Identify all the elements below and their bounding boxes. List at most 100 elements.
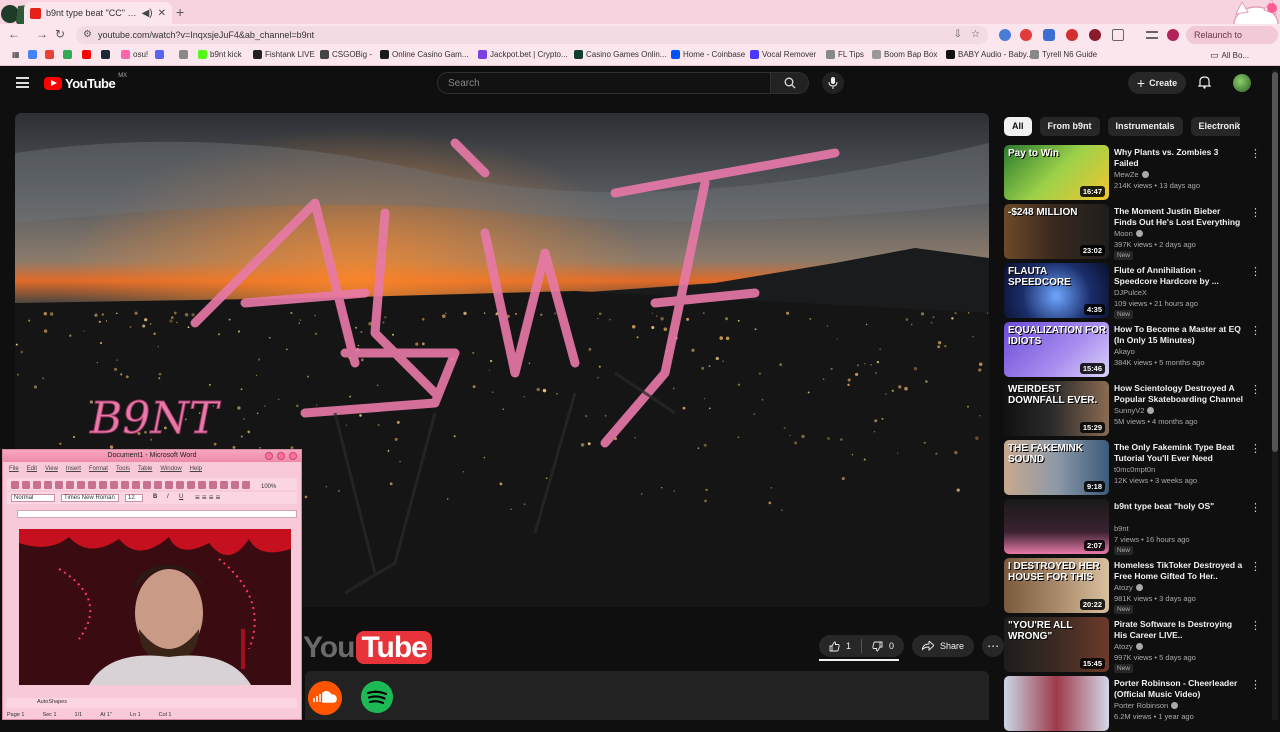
bookmark-item[interactable]: b9nt kick (198, 50, 242, 59)
channel-name[interactable]: Atozy (1114, 583, 1143, 592)
recommendation-item[interactable]: Porter Robinson - Cheerleader (Official … (1004, 676, 1261, 732)
tab-close-icon[interactable]: ✕ (158, 8, 166, 19)
recommendation-item[interactable]: FLAUTA SPEEDCORE 4:35 Flute of Annihilatio… (1004, 263, 1261, 319)
bookmark-item[interactable] (82, 50, 91, 59)
video-title[interactable]: The Only Fakemink Type Beat Tutorial You… (1114, 442, 1244, 464)
chip-instrumentals[interactable]: Instrumentals (1107, 117, 1183, 136)
create-button[interactable]: + Create (1128, 72, 1186, 94)
channel-name[interactable]: t0mc0mpt0n (1114, 465, 1155, 474)
description-box[interactable] (305, 671, 989, 720)
back-icon[interactable]: ← (8, 27, 20, 41)
forward-icon[interactable]: → (36, 27, 48, 41)
dislike-button[interactable]: 0 (862, 635, 904, 657)
video-thumbnail[interactable]: "YOU'RE ALL WRONG" 15:45 (1004, 617, 1109, 672)
search-input[interactable] (448, 73, 770, 94)
recommendation-item[interactable]: Pay to Win 16:47 Why Plants vs. Zombies 3 … (1004, 145, 1261, 201)
video-thumbnail[interactable] (1004, 676, 1109, 731)
channel-name[interactable]: Atozy (1114, 642, 1143, 651)
video-thumbnail[interactable]: I DESTROYED HER HOUSE FOR THIS 20:22 (1004, 558, 1109, 613)
video-thumbnail[interactable]: 2:07 (1004, 499, 1109, 554)
bookmark-item[interactable] (63, 50, 72, 59)
channel-name[interactable]: MewZe (1114, 170, 1149, 179)
recommendation-item[interactable]: EQUALIZATION FOR IDIOTS 15:46 How To Becom… (1004, 322, 1261, 378)
more-actions-button[interactable]: ⋯ (982, 635, 1005, 657)
bookmark-item[interactable]: FL Tips (826, 50, 864, 59)
bookmark-item[interactable]: Casino Games Onlin... (574, 50, 666, 59)
extension-icon[interactable] (1089, 29, 1101, 41)
site-info-icon[interactable]: ⚙ (83, 26, 92, 44)
video-thumbnail[interactable]: WEIRDEST DOWNFALL EVER. 15:29 (1004, 381, 1109, 436)
media-control-icon[interactable] (1146, 31, 1158, 39)
address-bar[interactable]: ⚙ youtube.com/watch?v=InqxsjeJuF4&ab_cha… (76, 26, 988, 44)
recommendation-item[interactable]: THE FAKEMINK SOUND 9:18 The Only Fakemink … (1004, 440, 1261, 496)
recommendation-item[interactable]: "YOU'RE ALL WRONG" 15:45 Pirate Software I… (1004, 617, 1261, 673)
bookmark-item[interactable]: Vocal Remover (750, 50, 816, 59)
search-button[interactable] (771, 72, 809, 94)
channel-name[interactable]: b9nt (1114, 524, 1129, 533)
notifications-bell-icon[interactable] (1198, 75, 1211, 89)
hamburger-menu-icon[interactable] (16, 77, 29, 88)
more-vertical-icon[interactable]: ⋮ (1250, 265, 1261, 278)
video-title[interactable]: Why Plants vs. Zombies 3 Failed (1114, 147, 1244, 169)
bookmark-star-icon[interactable]: ☆ (971, 26, 980, 44)
video-title[interactable]: b9nt type beat "holy OS" (1114, 501, 1244, 512)
bookmark-item[interactable]: Fishtank LIVE (253, 50, 315, 59)
extensions-puzzle-icon[interactable] (1112, 29, 1124, 41)
channel-name[interactable]: SunnyV2 (1114, 406, 1155, 415)
recommendation-item[interactable]: -$248 MILLION 23:02 The Moment Justin Bieb… (1004, 204, 1261, 260)
extension-icon[interactable] (1043, 29, 1055, 41)
bookmark-item[interactable] (28, 50, 37, 59)
bookmark-item[interactable]: Jackpot.bet | Crypto... (478, 50, 568, 59)
chip-from-b9nt[interactable]: From b9nt (1039, 117, 1100, 136)
video-title[interactable]: How To Become a Master at EQ (In Only 15… (1114, 324, 1244, 346)
chevron-right-icon[interactable]: › (1236, 119, 1240, 131)
account-avatar[interactable] (1233, 74, 1251, 92)
browser-tab-active[interactable]: b9nt type beat "CC" - YouTube ◀) ✕ (24, 2, 172, 24)
extension-icon[interactable] (1066, 29, 1078, 41)
apps-grid-icon[interactable]: ▦ (12, 50, 20, 59)
recommendation-item[interactable]: 2:07 b9nt type beat "holy OS" b9nt 7 views … (1004, 499, 1261, 555)
video-title[interactable]: How Scientology Destroyed A Popular Skat… (1114, 383, 1244, 405)
bookmark-item[interactable]: CSGOBig - (320, 50, 372, 59)
extension-icon[interactable] (999, 29, 1011, 41)
video-thumbnail[interactable]: FLAUTA SPEEDCORE 4:35 (1004, 263, 1109, 318)
chip-electronic[interactable]: Electronic (1190, 117, 1240, 136)
reload-icon[interactable]: ↻ (55, 27, 65, 41)
bookmark-item[interactable] (179, 50, 188, 59)
new-tab-button[interactable]: + (176, 4, 184, 20)
video-thumbnail[interactable]: -$248 MILLION 23:02 (1004, 204, 1109, 259)
more-vertical-icon[interactable]: ⋮ (1250, 442, 1261, 455)
record-extension-icon[interactable] (1020, 29, 1032, 41)
more-vertical-icon[interactable]: ⋮ (1250, 560, 1261, 573)
bookmark-item[interactable] (101, 50, 110, 59)
video-title[interactable]: Porter Robinson - Cheerleader (Official … (1114, 678, 1244, 700)
recommendation-item[interactable]: I DESTROYED HER HOUSE FOR THIS 20:22 Homel… (1004, 558, 1261, 614)
bookmark-item[interactable]: Tyrell N6 Guide (1030, 50, 1097, 59)
more-vertical-icon[interactable]: ⋮ (1250, 324, 1261, 337)
search-bar[interactable] (437, 72, 771, 94)
video-thumbnail[interactable]: EQUALIZATION FOR IDIOTS 15:46 (1004, 322, 1109, 377)
all-bookmarks-folder[interactable]: ▭ All Bo... (1210, 50, 1249, 61)
bookmark-item[interactable] (155, 50, 164, 59)
youtube-logo[interactable]: YouTube MX (44, 73, 127, 91)
video-thumbnail[interactable]: Pay to Win 16:47 (1004, 145, 1109, 200)
channel-name[interactable]: DJPulceX (1114, 288, 1147, 297)
share-button[interactable]: Share (912, 635, 975, 657)
more-vertical-icon[interactable]: ⋮ (1250, 383, 1261, 396)
install-app-icon[interactable]: ⇩ (954, 26, 962, 44)
more-vertical-icon[interactable]: ⋮ (1250, 678, 1261, 691)
tab-audio-icon[interactable]: ◀) (142, 8, 153, 19)
recommendation-item[interactable]: WEIRDEST DOWNFALL EVER. 15:29 How Scientol… (1004, 381, 1261, 437)
like-button[interactable]: 1 (819, 635, 861, 657)
more-vertical-icon[interactable]: ⋮ (1250, 501, 1261, 514)
bookmark-item[interactable]: BABY Audio - Baby... (946, 50, 1033, 59)
profile-avatar-icon[interactable] (1167, 29, 1179, 41)
bookmark-item[interactable]: Boom Bap Box (872, 50, 937, 59)
bookmark-item[interactable] (45, 50, 54, 59)
scrollbar-thumb[interactable] (1272, 72, 1278, 452)
bookmark-item[interactable]: Online Casino Gam... (380, 50, 468, 59)
more-vertical-icon[interactable]: ⋮ (1250, 619, 1261, 632)
video-title[interactable]: The Moment Justin Bieber Finds Out He's … (1114, 206, 1244, 228)
bookmark-item[interactable]: osu! (121, 50, 148, 59)
channel-name[interactable]: Moon (1114, 229, 1143, 238)
